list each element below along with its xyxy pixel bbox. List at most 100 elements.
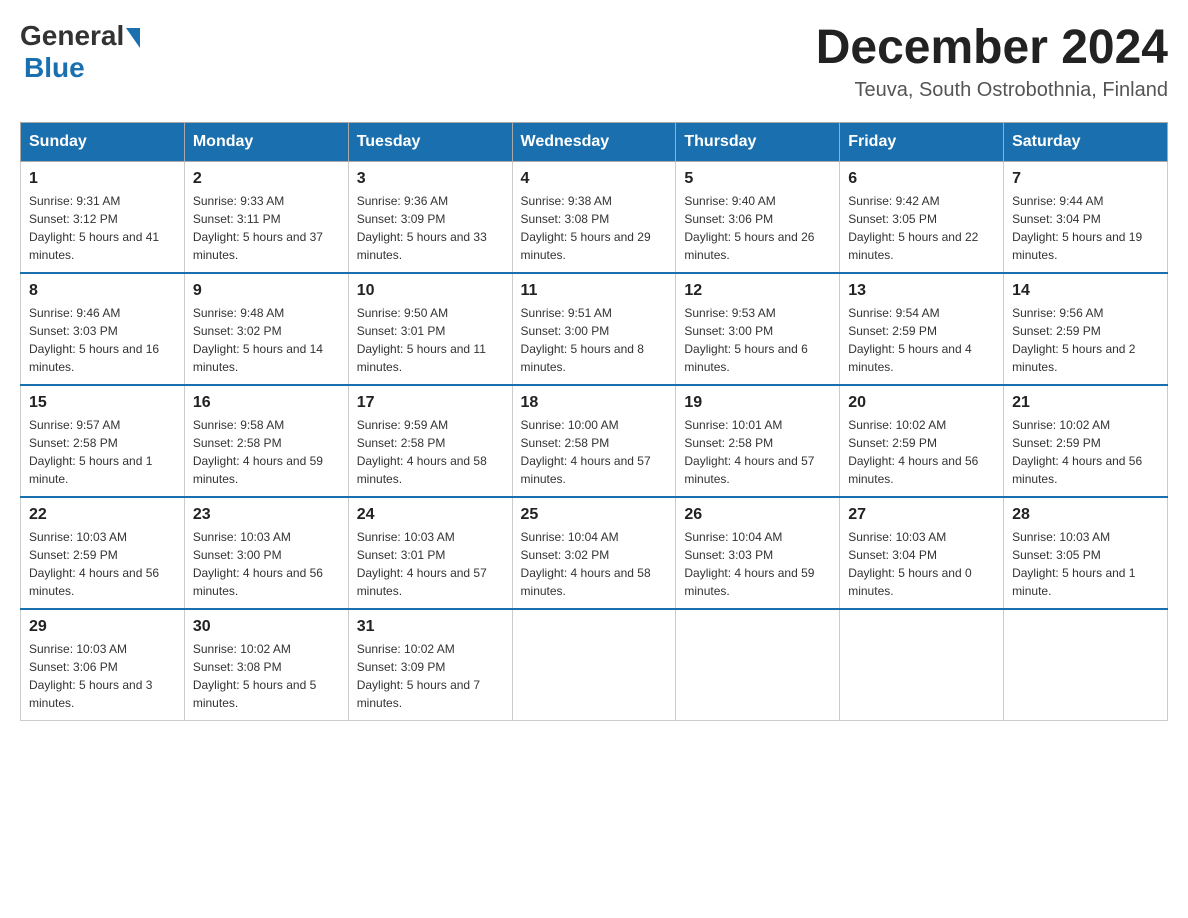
table-row: 13 Sunrise: 9:54 AM Sunset: 2:59 PM Dayl… (840, 273, 1004, 385)
day-info: Sunrise: 10:03 AM Sunset: 3:00 PM Daylig… (193, 528, 340, 600)
table-row: 25 Sunrise: 10:04 AM Sunset: 3:02 PM Day… (512, 497, 676, 609)
table-row: 16 Sunrise: 9:58 AM Sunset: 2:58 PM Dayl… (184, 385, 348, 497)
day-info: Sunrise: 10:02 AM Sunset: 3:08 PM Daylig… (193, 640, 340, 712)
page-header: General Blue December 2024 Teuva, South … (20, 20, 1168, 102)
table-row: 6 Sunrise: 9:42 AM Sunset: 3:05 PM Dayli… (840, 162, 1004, 274)
header-wednesday: Wednesday (512, 123, 676, 162)
day-number: 25 (521, 506, 668, 524)
day-number: 7 (1012, 170, 1159, 188)
calendar-table: Sunday Monday Tuesday Wednesday Thursday… (20, 122, 1168, 721)
calendar-week-row: 15 Sunrise: 9:57 AM Sunset: 2:58 PM Dayl… (21, 385, 1168, 497)
logo-general: General (20, 20, 124, 52)
calendar-week-row: 29 Sunrise: 10:03 AM Sunset: 3:06 PM Day… (21, 609, 1168, 721)
header-monday: Monday (184, 123, 348, 162)
day-info: Sunrise: 10:02 AM Sunset: 2:59 PM Daylig… (1012, 416, 1159, 488)
table-row: 17 Sunrise: 9:59 AM Sunset: 2:58 PM Dayl… (348, 385, 512, 497)
day-number: 10 (357, 282, 504, 300)
logo-blue: Blue (24, 52, 85, 84)
table-row: 15 Sunrise: 9:57 AM Sunset: 2:58 PM Dayl… (21, 385, 185, 497)
table-row: 14 Sunrise: 9:56 AM Sunset: 2:59 PM Dayl… (1004, 273, 1168, 385)
month-title: December 2024 (816, 20, 1168, 75)
day-number: 14 (1012, 282, 1159, 300)
day-number: 23 (193, 506, 340, 524)
day-number: 17 (357, 394, 504, 412)
table-row: 5 Sunrise: 9:40 AM Sunset: 3:06 PM Dayli… (676, 162, 840, 274)
table-row: 18 Sunrise: 10:00 AM Sunset: 2:58 PM Day… (512, 385, 676, 497)
day-number: 22 (29, 506, 176, 524)
day-info: Sunrise: 9:36 AM Sunset: 3:09 PM Dayligh… (357, 192, 504, 264)
table-row: 4 Sunrise: 9:38 AM Sunset: 3:08 PM Dayli… (512, 162, 676, 274)
day-number: 8 (29, 282, 176, 300)
logo: General Blue (20, 20, 140, 84)
day-info: Sunrise: 9:59 AM Sunset: 2:58 PM Dayligh… (357, 416, 504, 488)
day-number: 21 (1012, 394, 1159, 412)
day-info: Sunrise: 9:57 AM Sunset: 2:58 PM Dayligh… (29, 416, 176, 488)
table-row: 1 Sunrise: 9:31 AM Sunset: 3:12 PM Dayli… (21, 162, 185, 274)
table-row: 27 Sunrise: 10:03 AM Sunset: 3:04 PM Day… (840, 497, 1004, 609)
table-row: 28 Sunrise: 10:03 AM Sunset: 3:05 PM Day… (1004, 497, 1168, 609)
location-subtitle: Teuva, South Ostrobothnia, Finland (816, 79, 1168, 102)
day-number: 13 (848, 282, 995, 300)
day-number: 29 (29, 618, 176, 636)
table-row: 11 Sunrise: 9:51 AM Sunset: 3:00 PM Dayl… (512, 273, 676, 385)
table-row: 24 Sunrise: 10:03 AM Sunset: 3:01 PM Day… (348, 497, 512, 609)
day-info: Sunrise: 10:00 AM Sunset: 2:58 PM Daylig… (521, 416, 668, 488)
day-info: Sunrise: 9:54 AM Sunset: 2:59 PM Dayligh… (848, 304, 995, 376)
day-info: Sunrise: 9:31 AM Sunset: 3:12 PM Dayligh… (29, 192, 176, 264)
day-info: Sunrise: 9:38 AM Sunset: 3:08 PM Dayligh… (521, 192, 668, 264)
day-number: 20 (848, 394, 995, 412)
day-info: Sunrise: 9:46 AM Sunset: 3:03 PM Dayligh… (29, 304, 176, 376)
table-row: 31 Sunrise: 10:02 AM Sunset: 3:09 PM Day… (348, 609, 512, 721)
header-saturday: Saturday (1004, 123, 1168, 162)
table-row: 22 Sunrise: 10:03 AM Sunset: 2:59 PM Day… (21, 497, 185, 609)
logo-triangle-icon (126, 28, 140, 48)
day-number: 1 (29, 170, 176, 188)
table-row: 26 Sunrise: 10:04 AM Sunset: 3:03 PM Day… (676, 497, 840, 609)
day-info: Sunrise: 10:02 AM Sunset: 2:59 PM Daylig… (848, 416, 995, 488)
calendar-week-row: 1 Sunrise: 9:31 AM Sunset: 3:12 PM Dayli… (21, 162, 1168, 274)
day-info: Sunrise: 10:03 AM Sunset: 3:06 PM Daylig… (29, 640, 176, 712)
day-number: 4 (521, 170, 668, 188)
table-row: 20 Sunrise: 10:02 AM Sunset: 2:59 PM Day… (840, 385, 1004, 497)
day-info: Sunrise: 9:50 AM Sunset: 3:01 PM Dayligh… (357, 304, 504, 376)
table-row (840, 609, 1004, 721)
day-info: Sunrise: 9:58 AM Sunset: 2:58 PM Dayligh… (193, 416, 340, 488)
table-row: 12 Sunrise: 9:53 AM Sunset: 3:00 PM Dayl… (676, 273, 840, 385)
day-info: Sunrise: 10:01 AM Sunset: 2:58 PM Daylig… (684, 416, 831, 488)
table-row (676, 609, 840, 721)
table-row: 19 Sunrise: 10:01 AM Sunset: 2:58 PM Day… (676, 385, 840, 497)
day-info: Sunrise: 9:40 AM Sunset: 3:06 PM Dayligh… (684, 192, 831, 264)
table-row: 30 Sunrise: 10:02 AM Sunset: 3:08 PM Day… (184, 609, 348, 721)
calendar-header-row: Sunday Monday Tuesday Wednesday Thursday… (21, 123, 1168, 162)
day-info: Sunrise: 10:04 AM Sunset: 3:03 PM Daylig… (684, 528, 831, 600)
header-thursday: Thursday (676, 123, 840, 162)
table-row: 9 Sunrise: 9:48 AM Sunset: 3:02 PM Dayli… (184, 273, 348, 385)
day-number: 16 (193, 394, 340, 412)
day-info: Sunrise: 9:42 AM Sunset: 3:05 PM Dayligh… (848, 192, 995, 264)
table-row: 3 Sunrise: 9:36 AM Sunset: 3:09 PM Dayli… (348, 162, 512, 274)
day-number: 28 (1012, 506, 1159, 524)
day-number: 31 (357, 618, 504, 636)
day-number: 15 (29, 394, 176, 412)
calendar-week-row: 8 Sunrise: 9:46 AM Sunset: 3:03 PM Dayli… (21, 273, 1168, 385)
day-number: 18 (521, 394, 668, 412)
day-info: Sunrise: 10:02 AM Sunset: 3:09 PM Daylig… (357, 640, 504, 712)
day-number: 6 (848, 170, 995, 188)
title-section: December 2024 Teuva, South Ostrobothnia,… (816, 20, 1168, 102)
day-info: Sunrise: 10:03 AM Sunset: 3:01 PM Daylig… (357, 528, 504, 600)
table-row: 2 Sunrise: 9:33 AM Sunset: 3:11 PM Dayli… (184, 162, 348, 274)
day-number: 3 (357, 170, 504, 188)
day-info: Sunrise: 10:03 AM Sunset: 3:04 PM Daylig… (848, 528, 995, 600)
day-info: Sunrise: 9:53 AM Sunset: 3:00 PM Dayligh… (684, 304, 831, 376)
day-info: Sunrise: 9:48 AM Sunset: 3:02 PM Dayligh… (193, 304, 340, 376)
day-info: Sunrise: 9:33 AM Sunset: 3:11 PM Dayligh… (193, 192, 340, 264)
day-number: 11 (521, 282, 668, 300)
day-number: 19 (684, 394, 831, 412)
day-info: Sunrise: 9:51 AM Sunset: 3:00 PM Dayligh… (521, 304, 668, 376)
header-sunday: Sunday (21, 123, 185, 162)
day-number: 5 (684, 170, 831, 188)
calendar-week-row: 22 Sunrise: 10:03 AM Sunset: 2:59 PM Day… (21, 497, 1168, 609)
day-number: 26 (684, 506, 831, 524)
day-info: Sunrise: 9:44 AM Sunset: 3:04 PM Dayligh… (1012, 192, 1159, 264)
day-number: 2 (193, 170, 340, 188)
